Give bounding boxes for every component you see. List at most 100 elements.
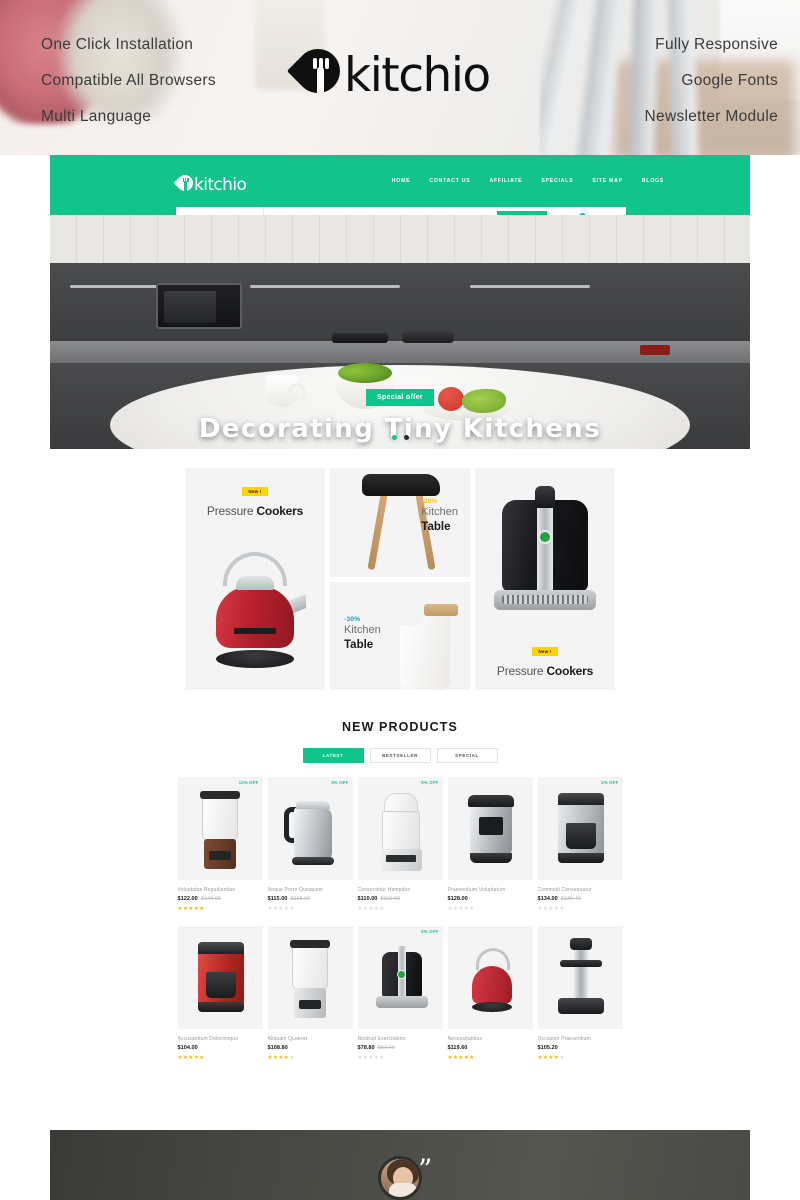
product-image[interactable]: 6% OFF	[357, 926, 443, 1029]
product-name[interactable]: Accusantium Doloromquo	[178, 1036, 263, 1042]
product-old-price: $136.40	[560, 896, 581, 902]
product-card[interactable]: 13% OFF Voluptatas Repudiandae $122.00 $140…	[177, 777, 263, 912]
nav-item-affiliate[interactable]: AFFILIATE	[489, 178, 522, 184]
product-card[interactable]: 3% OFF Noque Porro Quisquam $115.00 $118.00…	[267, 777, 353, 912]
hero-oven-display	[640, 345, 670, 355]
promo-banner-caption: New ! Pressure Cookers	[475, 640, 615, 678]
product-image[interactable]	[447, 926, 533, 1029]
product-price: $128.00	[447, 896, 468, 902]
product-card[interactable]: Praesentium Voluptatum $128.00 ★★★★★	[447, 777, 533, 912]
product-name[interactable]: Nostrud Exercitation	[358, 1036, 443, 1042]
product-rating: ★★★★★	[177, 906, 205, 912]
product-card[interactable]: Aliquam Quaerat $108.80 ★★★★★	[267, 926, 353, 1061]
product-image[interactable]	[267, 926, 353, 1029]
product-card[interactable]: 6% OFF Nostrud Exercitation $78.80 $83.60 ★★…	[357, 926, 443, 1061]
promo-title-light: Pressure	[206, 504, 257, 518]
site-brand-name: kitchio	[194, 175, 247, 195]
product-price: $104.00	[177, 1045, 198, 1051]
product-rating: ★★★★★	[357, 1055, 385, 1061]
product-price: $110.00 $119.60	[357, 896, 401, 902]
quote-icon: ”	[418, 1153, 433, 1186]
new-tag-badge: New !	[532, 647, 558, 656]
product-name[interactable]: Praesentium Voluptatum	[448, 887, 533, 893]
promo-banner-kitchen-table-20[interactable]: -20% Kitchen Table	[330, 468, 470, 577]
hero-pan	[332, 333, 388, 343]
promo-title-light: Pressure	[496, 664, 547, 678]
product-card[interactable]: Necessitatibus $119.60 ★★★★★	[447, 926, 533, 1061]
promo-banner-column-middle: -20% Kitchen Table -30% Kitchen Table	[330, 468, 470, 690]
promo-banner-kitchen-table-30[interactable]: -30% Kitchen Table	[330, 581, 470, 690]
promo-banner-pressure-cookers-right[interactable]: New ! Pressure Cookers	[475, 468, 615, 690]
product-image[interactable]: 3% OFF	[267, 777, 353, 880]
product-rating: ★★★★★	[267, 906, 295, 912]
discount-badge: 2% OFF	[601, 780, 619, 785]
discount-badge: 8% OFF	[421, 780, 439, 785]
product-rating: ★★★★★	[537, 906, 565, 912]
new-products-section: NEW PRODUCTS LATEST BESTSELLER SPECIAL 1…	[50, 690, 750, 1061]
nav-item-contact[interactable]: CONTACT US	[429, 178, 470, 184]
product-card[interactable]: 2% OFF Commodi Consequatur $134.00 $136.40 ★…	[537, 777, 623, 912]
product-name[interactable]: Consectetur Hampdon	[358, 887, 443, 893]
fork-drop-logo-icon	[286, 39, 350, 103]
nav-item-specials[interactable]: SPECIALS	[541, 178, 573, 184]
product-price: $119.60	[447, 1045, 468, 1051]
hero-cabinets	[50, 263, 750, 341]
promo-features-right: Fully Responsive Google Fonts Newsletter…	[645, 27, 778, 135]
product-rating: ★★★★★	[537, 1055, 565, 1061]
discount-tag-badge: -30%	[344, 615, 361, 623]
product-old-price: $83.60	[377, 1045, 395, 1051]
promo-feature: One Click Installation	[41, 36, 194, 53]
product-name[interactable]: Voluptatas Repudiandae	[178, 887, 263, 893]
promo-logo: kitchio	[286, 39, 491, 103]
product-rating: ★★★★★	[447, 1055, 475, 1061]
promo-banner-pressure-cookers-left[interactable]: New ! Pressure Cookers	[185, 468, 325, 690]
hero-mug	[266, 375, 306, 407]
product-card[interactable]: 8% OFF Consectetur Hampdon $110.00 $119.60 ★…	[357, 777, 443, 912]
tab-special[interactable]: SPECIAL	[436, 748, 498, 763]
nav-item-sitemap[interactable]: SITE MAP	[592, 178, 623, 184]
site-logo[interactable]: kitchio	[173, 171, 247, 195]
product-image[interactable]	[177, 926, 263, 1029]
product-name[interactable]: Necessitatibus	[448, 1036, 533, 1042]
product-row-2: Accusantium Doloromquo $104.00 ★★★★★ Aliqua…	[50, 926, 750, 1061]
product-name[interactable]: Aliquam Quaerat	[268, 1036, 353, 1042]
product-rating: ★★★★★	[177, 1055, 205, 1061]
nav-item-home[interactable]: HOME	[392, 178, 411, 184]
hero-tomato	[438, 387, 464, 411]
promo-feature: Compatible All Browsers	[41, 72, 216, 89]
product-card[interactable]: Accusantium Doloromquo $104.00 ★★★★★	[177, 926, 263, 1061]
promo-band: One Click Installation Compatible All Br…	[0, 0, 800, 155]
tab-latest[interactable]: LATEST	[302, 748, 364, 763]
promo-feature: Google Fonts	[681, 72, 778, 89]
hero-special-offer-badge: Special offer	[366, 389, 434, 406]
product-image[interactable]	[537, 926, 623, 1029]
product-rating: ★★★★★	[357, 906, 385, 912]
product-image[interactable]: 2% OFF	[537, 777, 623, 880]
product-image[interactable]	[447, 777, 533, 880]
promo-feature: Newsletter Module	[644, 108, 778, 125]
promo-banner-caption: New ! Pressure Cookers	[185, 480, 325, 518]
hero-lettuce	[462, 389, 506, 413]
product-name[interactable]: Occasion Praesentium	[538, 1036, 623, 1042]
product-name[interactable]: Noque Porro Quisquam	[268, 887, 353, 893]
product-card[interactable]: Occasion Praesentium $105.20 ★★★★★	[537, 926, 623, 1061]
promo-features-left: One Click Installation Compatible All Br…	[41, 27, 216, 135]
product-rating: ★★★★★	[447, 906, 475, 912]
hero-slider[interactable]: Special offer Decorating Tiny Kitchens	[50, 215, 750, 449]
product-image[interactable]: 8% OFF	[357, 777, 443, 880]
promo-title-light: Kitchen	[421, 506, 458, 518]
promo-banner-grid: New ! Pressure Cookers -20% Kitchen Tabl…	[50, 449, 750, 690]
discount-badge: 6% OFF	[421, 929, 439, 934]
product-old-price: $118.00	[290, 896, 311, 902]
product-name[interactable]: Commodi Consequatur	[538, 887, 623, 893]
main-navigation: HOME CONTACT US AFFILIATE SPECIALS SITE …	[392, 178, 664, 184]
nav-item-blogs[interactable]: BLOGS	[642, 178, 664, 184]
tab-bestseller[interactable]: BESTSELLER	[369, 748, 431, 763]
product-price: $108.80	[267, 1045, 288, 1051]
new-products-heading: NEW PRODUCTS	[342, 720, 458, 734]
slider-dot-2[interactable]	[403, 435, 409, 440]
testimonial-avatar	[378, 1156, 422, 1200]
product-image[interactable]: 13% OFF	[177, 777, 263, 880]
slider-dot-1[interactable]	[391, 435, 397, 440]
site-preview: kitchio HOME CONTACT US AFFILIATE SPECIA…	[50, 155, 750, 1061]
